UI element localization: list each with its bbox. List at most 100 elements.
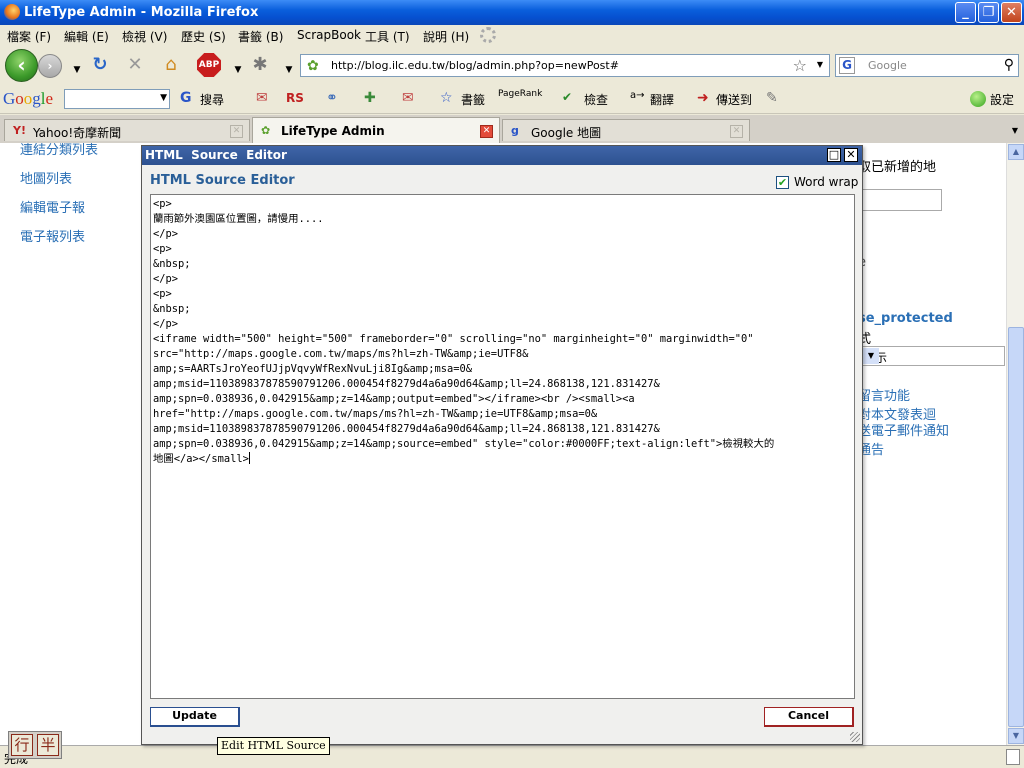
site-favicon-icon: ✿ — [307, 58, 319, 74]
html-source-textarea[interactable]: <p> 蘭雨節外澳園區位置圖，請慢用.... </p> <p> &nbsp; <… — [150, 194, 855, 699]
sendto-icon[interactable]: ➜ — [697, 90, 709, 106]
home-icon[interactable]: ⌂ — [160, 55, 182, 75]
url-dropdown-icon[interactable]: ▼ — [817, 60, 823, 69]
dialog-heading: HTML Source Editor — [150, 173, 295, 188]
google-search-input[interactable]: ▼ — [64, 89, 170, 109]
tab-yahoo-news[interactable]: Y! Yahoo!奇摩新聞 ✕ — [4, 119, 250, 141]
pagerank-label[interactable]: PageRank — [498, 89, 542, 99]
google-search-button[interactable]: 搜尋 — [200, 91, 224, 108]
close-window-button[interactable]: ✕ — [1001, 2, 1022, 23]
translate-button[interactable]: 翻譯 — [650, 91, 674, 108]
tab-google-maps[interactable]: g Google 地圖 ✕ — [502, 119, 750, 141]
window-titlebar[interactable]: LifeType Admin - Mozilla Firefox _ ❐ ✕ — [0, 0, 1024, 25]
puzzle-icon[interactable]: ✚ — [364, 90, 376, 106]
cancel-button[interactable]: Cancel — [764, 707, 854, 727]
tab-bar: Y! Yahoo!奇摩新聞 ✕ ✿ LifeType Admin ✕ g Goo… — [0, 115, 1024, 143]
url-bar[interactable]: ✿ http://blog.ilc.edu.tw/blog/admin.php?… — [300, 54, 830, 77]
link-icon[interactable]: ⚭ — [326, 90, 338, 106]
source-text: <p> 蘭雨節外澳園區位置圖，請慢用.... </p> <p> &nbsp; <… — [153, 198, 775, 465]
html-source-editor-dialog: HTML Source Editor □ ✕ HTML Source Edito… — [141, 145, 863, 745]
menu-bookmarks[interactable]: 書籤 (B) — [238, 28, 283, 45]
select-dropdown-icon[interactable]: ▼ — [863, 348, 879, 364]
word-wrap-checkbox[interactable]: ✔ — [776, 176, 789, 189]
stop-icon[interactable]: ✕ — [124, 55, 146, 75]
google-g-icon: G — [180, 90, 192, 106]
ime-width-icon[interactable]: 半 — [37, 734, 59, 756]
maximize-button[interactable]: ❐ — [978, 2, 999, 23]
edit-html-source-tooltip: Edit HTML Source — [217, 737, 330, 755]
right-input[interactable] — [858, 189, 942, 211]
bookmark-star-icon[interactable]: ☆ — [793, 56, 807, 75]
scroll-down-icon[interactable]: ▼ — [1008, 728, 1024, 744]
google-toolbar: Google ▼ G 搜尋 ✉ RS ⚭ ✚ ✉ ☆ 書籤 PageRank ✔… — [0, 84, 1024, 114]
tab-close-icon[interactable]: ✕ — [480, 125, 493, 138]
ime-toolbar: 行 半 — [8, 731, 62, 759]
translate-icon[interactable]: a→ — [630, 90, 645, 101]
minimize-button[interactable]: _ — [955, 2, 976, 23]
tab-list-dropdown-icon[interactable]: ▼ — [1012, 126, 1018, 135]
menu-file[interactable]: 檔案 (F) — [7, 28, 51, 45]
toolbar-addon-icon[interactable]: ✉ — [256, 90, 268, 106]
word-wrap-label[interactable]: Word wrap — [794, 175, 858, 189]
menu-help[interactable]: 說明 (H) — [423, 28, 469, 45]
back-button[interactable]: ‹ — [5, 49, 38, 82]
resize-grip-icon[interactable] — [850, 732, 860, 742]
rs-button[interactable]: RS — [286, 91, 304, 105]
wrench-icon[interactable]: ✎ — [766, 90, 778, 106]
mail-icon[interactable]: ✉ — [402, 90, 414, 106]
history-dropdown-icon[interactable]: ▼ — [66, 60, 88, 80]
menu-view[interactable]: 檢視 (V) — [122, 28, 167, 45]
spellcheck-icon[interactable]: ✔ — [562, 90, 572, 104]
right-text-1: 取已新增的地 — [858, 160, 937, 175]
right-link-comments[interactable]: 留言功能 — [858, 385, 910, 404]
addon-icon[interactable]: ✱ — [249, 55, 271, 75]
menu-history[interactable]: 歷史 (S) — [181, 28, 226, 45]
search-icon[interactable]: ⚲ — [1004, 57, 1014, 73]
nav-link-categories[interactable]: 連結分類列表 — [20, 143, 98, 158]
dialog-maximize-icon[interactable]: □ — [827, 148, 841, 162]
tab-lifetype-admin[interactable]: ✿ LifeType Admin ✕ — [252, 117, 500, 143]
addon-dropdown-icon[interactable]: ▼ — [278, 60, 300, 80]
settings-button[interactable]: 設定 — [990, 91, 1014, 108]
adblock-dropdown-icon[interactable]: ▼ — [227, 60, 249, 80]
status-page-icon — [1006, 749, 1020, 765]
tab-close-icon[interactable]: ✕ — [730, 125, 743, 138]
google-logo: Google — [3, 89, 54, 108]
dialog-titlebar[interactable]: HTML Source Editor □ ✕ — [142, 146, 862, 165]
window-title: LifeType Admin - Mozilla Firefox — [24, 5, 259, 20]
right-link-email-notify[interactable]: 送電子郵件通知 — [858, 420, 949, 439]
search-engine-icon[interactable]: G — [839, 57, 855, 74]
dialog-title: HTML Source Editor — [145, 148, 287, 162]
bookmarks-button[interactable]: 書籤 — [461, 91, 485, 108]
bookmark-star-toolbar-icon[interactable]: ☆ — [440, 90, 453, 106]
menu-edit[interactable]: 編輯 (E) — [64, 28, 109, 45]
reload-icon[interactable]: ↻ — [89, 55, 111, 75]
tab-close-icon[interactable]: ✕ — [230, 125, 243, 138]
forward-button[interactable]: › — [38, 54, 62, 78]
spellcheck-button[interactable]: 檢查 — [584, 91, 608, 108]
search-placeholder: Google — [868, 59, 907, 72]
navigation-toolbar: ‹ › ▼ ↻ ✕ ⌂ ABP ▼ ✱ ▼ ✿ http://blog.ilc.… — [0, 46, 1024, 84]
sendto-button[interactable]: 傳送到 — [716, 91, 752, 108]
display-select[interactable]: 顯示 ▼ — [858, 346, 1005, 366]
adblock-icon[interactable]: ABP — [197, 53, 221, 77]
text-cursor — [248, 452, 250, 464]
menu-tools[interactable]: 工具 (T) — [365, 28, 410, 45]
tab-label: Yahoo!奇摩新聞 — [33, 126, 122, 140]
google-maps-icon: g — [511, 124, 519, 137]
nav-link-newsletter-list[interactable]: 電子報列表 — [20, 226, 85, 245]
dialog-close-icon[interactable]: ✕ — [844, 148, 858, 162]
nav-link-maps[interactable]: 地圖列表 — [20, 168, 72, 187]
google-search-dropdown-icon[interactable]: ▼ — [160, 93, 167, 103]
page-scrollbar[interactable]: ▲ ▼ — [1006, 143, 1024, 745]
scroll-thumb[interactable] — [1008, 327, 1024, 727]
lifetype-icon: ✿ — [261, 124, 271, 137]
ime-mode-icon[interactable]: 行 — [11, 734, 33, 756]
menu-scrapbook[interactable]: ScrapBook — [297, 28, 361, 42]
url-text[interactable]: http://blog.ilc.edu.tw/blog/admin.php?op… — [331, 59, 619, 72]
nav-link-edit-newsletter[interactable]: 編輯電子報 — [20, 197, 85, 216]
scroll-up-icon[interactable]: ▲ — [1008, 144, 1024, 160]
update-button[interactable]: Update — [150, 707, 240, 727]
search-box[interactable]: G Google ⚲ — [835, 54, 1019, 77]
throbber-icon — [480, 27, 496, 43]
